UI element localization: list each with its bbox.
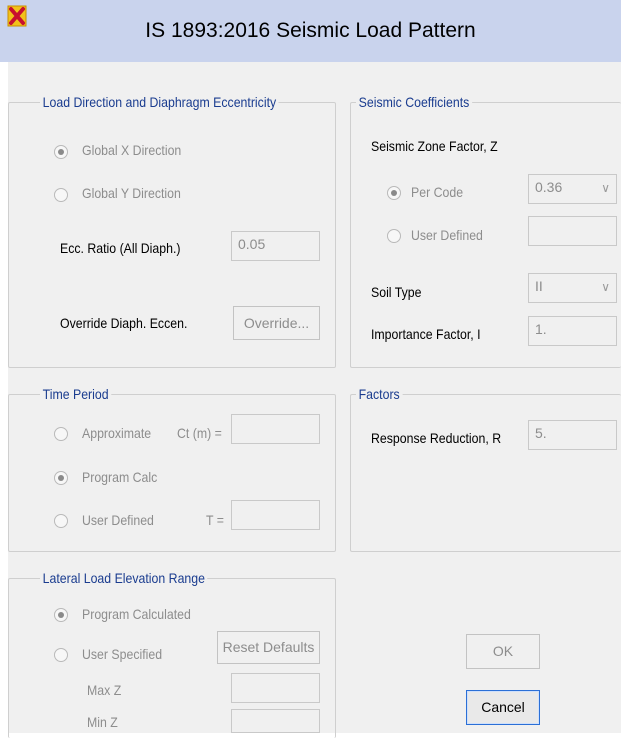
ecc-ratio-label: Ecc. Ratio (All Diaph.) (60, 240, 181, 256)
group-seismic-coefficients-legend: Seismic Coefficients (356, 94, 472, 110)
radio-program-calculated-label: Program Calculated (82, 606, 191, 622)
radio-user-specified[interactable] (54, 648, 68, 662)
ct-field[interactable] (231, 414, 320, 444)
group-factors (350, 394, 621, 552)
radio-global-x-label: Global X Direction (82, 142, 182, 158)
t-label: T = (206, 512, 224, 528)
max-z-label: Max Z (87, 682, 122, 698)
min-z-field[interactable] (231, 709, 320, 733)
response-reduction-field[interactable]: 5. (528, 420, 617, 450)
zone-factor-label: Seismic Zone Factor, Z (371, 138, 498, 154)
response-reduction-label: Response Reduction, R (371, 430, 502, 446)
group-factors-legend: Factors (356, 386, 403, 402)
window-title: IS 1893:2016 Seismic Load Pattern (145, 19, 476, 42)
ok-button[interactable]: OK (466, 634, 540, 669)
zone-factor-value: 0.36 (535, 179, 563, 195)
ct-label: Ct (m) = (177, 425, 222, 441)
radio-user-defined-period-label: User Defined (82, 512, 154, 528)
radio-approximate[interactable] (54, 427, 68, 441)
override-button[interactable]: Override... (233, 306, 320, 340)
group-load-direction-legend: Load Direction and Diaphragm Eccentricit… (40, 94, 279, 110)
zone-factor-combo[interactable]: 0.36 ∨ (528, 174, 617, 204)
radio-user-specified-label: User Specified (82, 646, 163, 662)
cancel-button[interactable]: Cancel (466, 690, 540, 725)
soil-type-combo[interactable]: II ∨ (528, 273, 617, 303)
radio-program-calc-label: Program Calc (82, 469, 158, 485)
group-elevation-range-legend: Lateral Load Elevation Range (40, 570, 208, 586)
radio-user-defined-zone[interactable] (387, 229, 401, 243)
radio-per-code-label: Per Code (411, 184, 464, 200)
soil-type-value: II (535, 278, 543, 294)
radio-global-y[interactable] (54, 188, 68, 202)
radio-global-x[interactable] (54, 145, 68, 159)
radio-program-calc[interactable] (54, 471, 68, 485)
chevron-down-icon: ∨ (601, 181, 610, 195)
radio-user-defined-zone-label: User Defined (411, 227, 483, 243)
min-z-label: Min Z (87, 714, 118, 730)
radio-program-calculated[interactable] (54, 608, 68, 622)
t-field[interactable] (231, 500, 320, 530)
group-time-period-legend: Time Period (40, 386, 112, 402)
radio-per-code[interactable] (387, 186, 401, 200)
radio-global-y-label: Global Y Direction (82, 185, 181, 201)
user-zone-field[interactable] (528, 216, 617, 246)
ecc-ratio-field[interactable]: 0.05 (231, 231, 320, 261)
max-z-field[interactable] (231, 673, 320, 703)
importance-factor-field[interactable]: 1. (528, 316, 617, 346)
chevron-down-icon: ∨ (601, 280, 610, 294)
radio-user-defined-period[interactable] (54, 514, 68, 528)
reset-defaults-button[interactable]: Reset Defaults (217, 631, 320, 664)
radio-approximate-label: Approximate (82, 425, 152, 441)
soil-type-label: Soil Type (371, 284, 422, 300)
override-label: Override Diaph. Eccen. (60, 315, 188, 331)
importance-factor-label: Importance Factor, I (371, 326, 481, 342)
